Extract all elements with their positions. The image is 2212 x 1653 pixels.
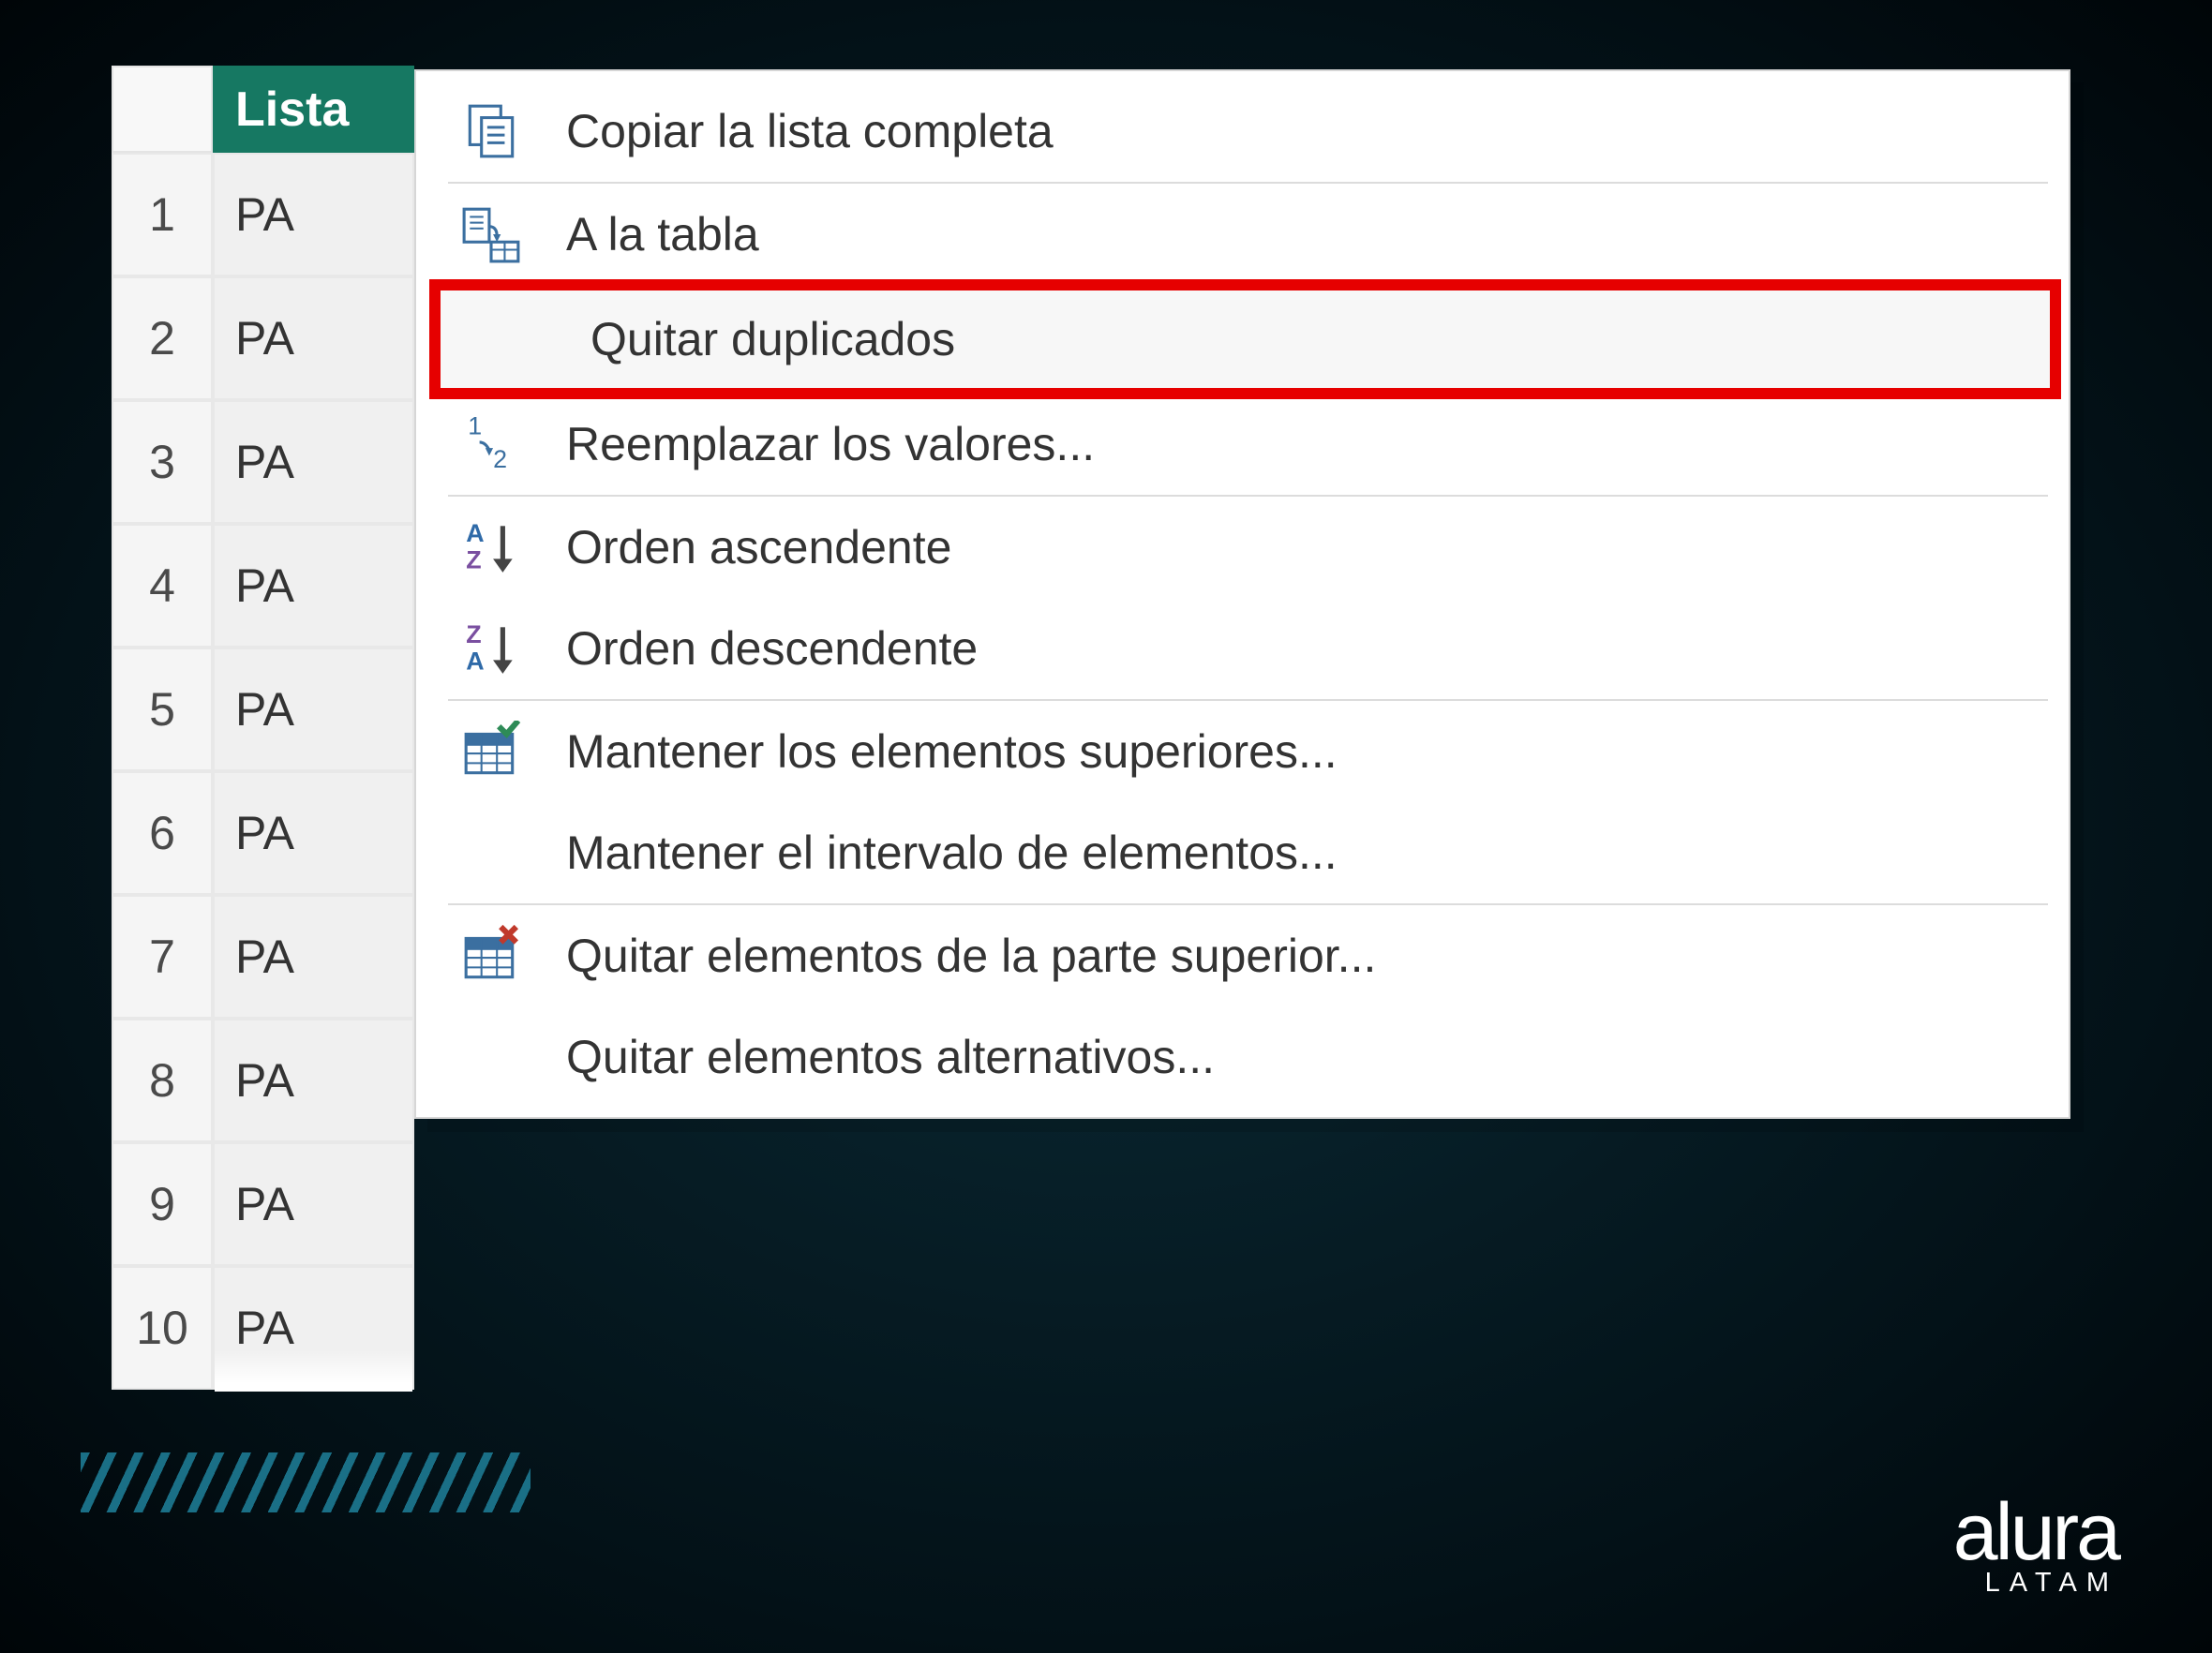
- svg-text:1: 1: [468, 413, 482, 440]
- menu-item-label: Orden ascendente: [566, 520, 951, 574]
- brand-name: alura: [1953, 1501, 2118, 1564]
- data-cell[interactable]: PA: [213, 648, 414, 771]
- menu-item-sort-descending[interactable]: Z A Orden descendente: [416, 598, 2069, 699]
- data-cell[interactable]: PA: [213, 895, 414, 1019]
- menu-item-remove-alternate[interactable]: Quitar elementos alternativos...: [416, 1006, 2069, 1108]
- menu-item-replace-values[interactable]: 1 2 Reemplazar los valores...: [416, 394, 2069, 495]
- svg-text:A: A: [466, 519, 484, 547]
- row-number-cell: 8: [112, 1019, 213, 1142]
- data-cell[interactable]: PA: [213, 771, 414, 895]
- table-row[interactable]: 10 PA: [112, 1266, 414, 1390]
- menu-item-keep-top[interactable]: Mantener los elementos superiores...: [416, 701, 2069, 802]
- brand-logo: alura LATAM: [1953, 1501, 2118, 1599]
- data-cell[interactable]: PA: [213, 153, 414, 276]
- data-cell[interactable]: PA: [213, 400, 414, 524]
- sort-desc-icon: Z A: [416, 618, 566, 679]
- table-row[interactable]: 8 PA: [112, 1019, 414, 1142]
- menu-item-label: Mantener el intervalo de elementos...: [566, 826, 1338, 880]
- table-header-row: Lista: [112, 66, 414, 153]
- table-row[interactable]: 2 PA: [112, 276, 414, 400]
- menu-item-label: Copiar la lista completa: [566, 104, 1054, 158]
- svg-text:A: A: [466, 648, 484, 676]
- row-number-cell: 2: [112, 276, 213, 400]
- row-number-cell: 7: [112, 895, 213, 1019]
- svg-text:2: 2: [493, 445, 507, 473]
- context-menu: Copiar la lista completa A la tabla: [414, 69, 2070, 1119]
- decorative-hatch-pattern: [81, 1452, 531, 1512]
- row-number-cell: 1: [112, 153, 213, 276]
- menu-item-keep-range[interactable]: Mantener el intervalo de elementos...: [416, 802, 2069, 903]
- row-number-cell: 9: [112, 1142, 213, 1266]
- data-cell[interactable]: PA: [213, 1266, 414, 1390]
- menu-item-to-table[interactable]: A la tabla: [416, 184, 2069, 285]
- data-cell[interactable]: PA: [213, 1019, 414, 1142]
- menu-item-label: Quitar elementos alternativos...: [566, 1030, 1215, 1084]
- table-row[interactable]: 5 PA: [112, 648, 414, 771]
- menu-item-copy-list[interactable]: Copiar la lista completa: [416, 81, 2069, 182]
- row-number-cell: 4: [112, 524, 213, 648]
- table-row[interactable]: 1 PA: [112, 153, 414, 276]
- column-header-lista[interactable]: Lista: [213, 66, 414, 153]
- table-corner-cell[interactable]: [112, 66, 213, 153]
- table-row[interactable]: 7 PA: [112, 895, 414, 1019]
- menu-item-remove-duplicates[interactable]: Quitar duplicados: [429, 279, 2061, 399]
- table-row[interactable]: 4 PA: [112, 524, 414, 648]
- row-number-cell: 6: [112, 771, 213, 895]
- menu-item-label: A la tabla: [566, 207, 759, 261]
- replace-values-icon: 1 2: [416, 413, 566, 475]
- remove-top-rows-icon: [416, 925, 566, 987]
- table-row[interactable]: 6 PA: [112, 771, 414, 895]
- screenshot-content: Lista 1 PA 2 PA 3 PA 4 PA 5 PA 6 PA 7 PA: [112, 66, 2070, 1390]
- row-number-cell: 5: [112, 648, 213, 771]
- keep-top-rows-icon: [416, 721, 566, 782]
- row-number-cell: 3: [112, 400, 213, 524]
- svg-text:Z: Z: [466, 546, 481, 574]
- data-cell[interactable]: PA: [213, 1142, 414, 1266]
- menu-item-sort-ascending[interactable]: A Z Orden ascendente: [416, 497, 2069, 598]
- to-table-icon: [416, 203, 566, 265]
- menu-item-label: Orden descendente: [566, 621, 978, 676]
- data-cell[interactable]: PA: [213, 524, 414, 648]
- data-table: Lista 1 PA 2 PA 3 PA 4 PA 5 PA 6 PA 7 PA: [112, 66, 414, 1390]
- row-number-cell: 10: [112, 1266, 213, 1390]
- copy-icon: [416, 100, 566, 162]
- menu-item-remove-top[interactable]: Quitar elementos de la parte superior...: [416, 905, 2069, 1006]
- menu-item-label: Mantener los elementos superiores...: [566, 724, 1338, 779]
- svg-text:Z: Z: [466, 620, 481, 648]
- data-cell[interactable]: PA: [213, 276, 414, 400]
- menu-item-label: Quitar elementos de la parte superior...: [566, 929, 1376, 983]
- table-row[interactable]: 3 PA: [112, 400, 414, 524]
- table-row[interactable]: 9 PA: [112, 1142, 414, 1266]
- menu-item-label: Reemplazar los valores...: [566, 417, 1095, 471]
- menu-item-label: Quitar duplicados: [590, 312, 955, 366]
- sort-asc-icon: A Z: [416, 516, 566, 578]
